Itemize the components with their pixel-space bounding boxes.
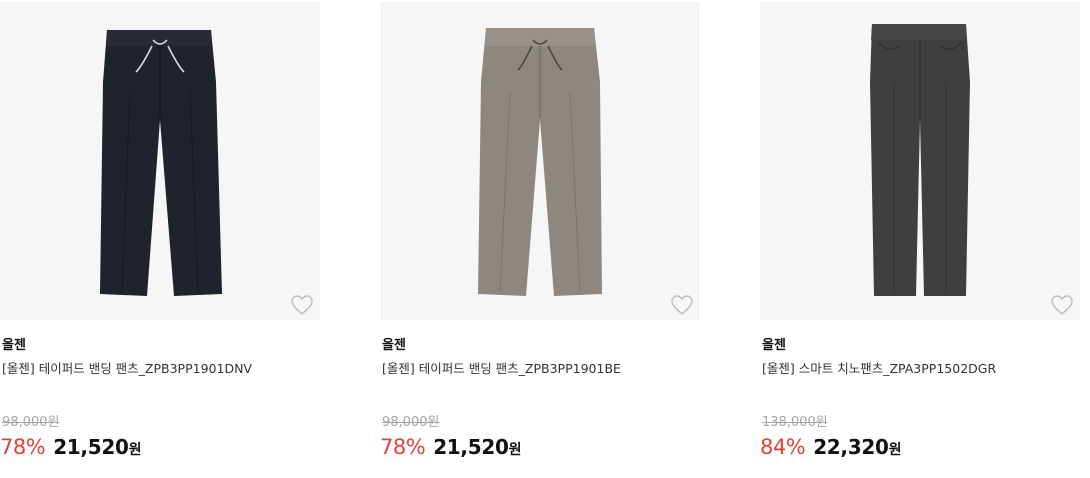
pants-body [100,30,222,296]
product-image[interactable] [760,2,1080,320]
pants-image-navy [100,30,222,296]
product-card[interactable]: 올젠 [올젠] 테이퍼드 밴딩 팬츠_ZPB3PP1901BE 98,000원 … [380,0,700,478]
pants-image-beige [478,28,602,296]
price-line: 84% 22,320원 [760,432,901,465]
discount-rate: 78% [0,435,46,459]
product-card[interactable]: 올젠 [올젠] 테이퍼드 밴딩 팬츠_ZPB3PP1901DNV 98,000원… [0,0,320,478]
sale-price: 21,520 [53,435,129,459]
product-image[interactable] [380,2,700,320]
price-line: 78% 21,520원 [0,432,141,465]
currency-unit: 원 [508,442,522,458]
product-grid: 올젠 [올젠] 테이퍼드 밴딩 팬츠_ZPB3PP1901DNV 98,000원… [0,0,1090,478]
discount-rate: 78% [380,435,426,459]
pants-image-darkgray [870,24,970,296]
heart-outline-icon[interactable] [290,294,314,316]
original-price: 98,000원 [382,415,440,430]
currency-unit: 원 [888,442,902,458]
product-brand: 올젠 [382,338,406,353]
sale-price: 21,520 [433,435,509,459]
discount-rate: 84% [760,435,806,459]
sale-price: 22,320 [813,435,889,459]
product-card[interactable]: 올젠 [올젠] 스마트 치노팬츠_ZPA3PP1502DGR 138,000원 … [760,0,1080,478]
product-brand: 올젠 [2,338,26,353]
product-image[interactable] [0,2,320,320]
original-price: 138,000원 [762,415,828,430]
heart-outline-icon[interactable] [670,294,694,316]
product-brand: 올젠 [762,338,786,353]
currency-unit: 원 [128,442,142,458]
product-name[interactable]: [올젠] 테이퍼드 밴딩 팬츠_ZPB3PP1901BE [382,358,621,377]
product-name[interactable]: [올젠] 스마트 치노팬츠_ZPA3PP1502DGR [762,358,996,377]
pants-waistband [871,24,967,40]
heart-outline-icon[interactable] [1050,294,1074,316]
original-price: 98,000원 [2,415,60,430]
price-line: 78% 21,520원 [380,432,521,465]
product-name[interactable]: [올젠] 테이퍼드 밴딩 팬츠_ZPB3PP1901DNV [2,358,252,377]
